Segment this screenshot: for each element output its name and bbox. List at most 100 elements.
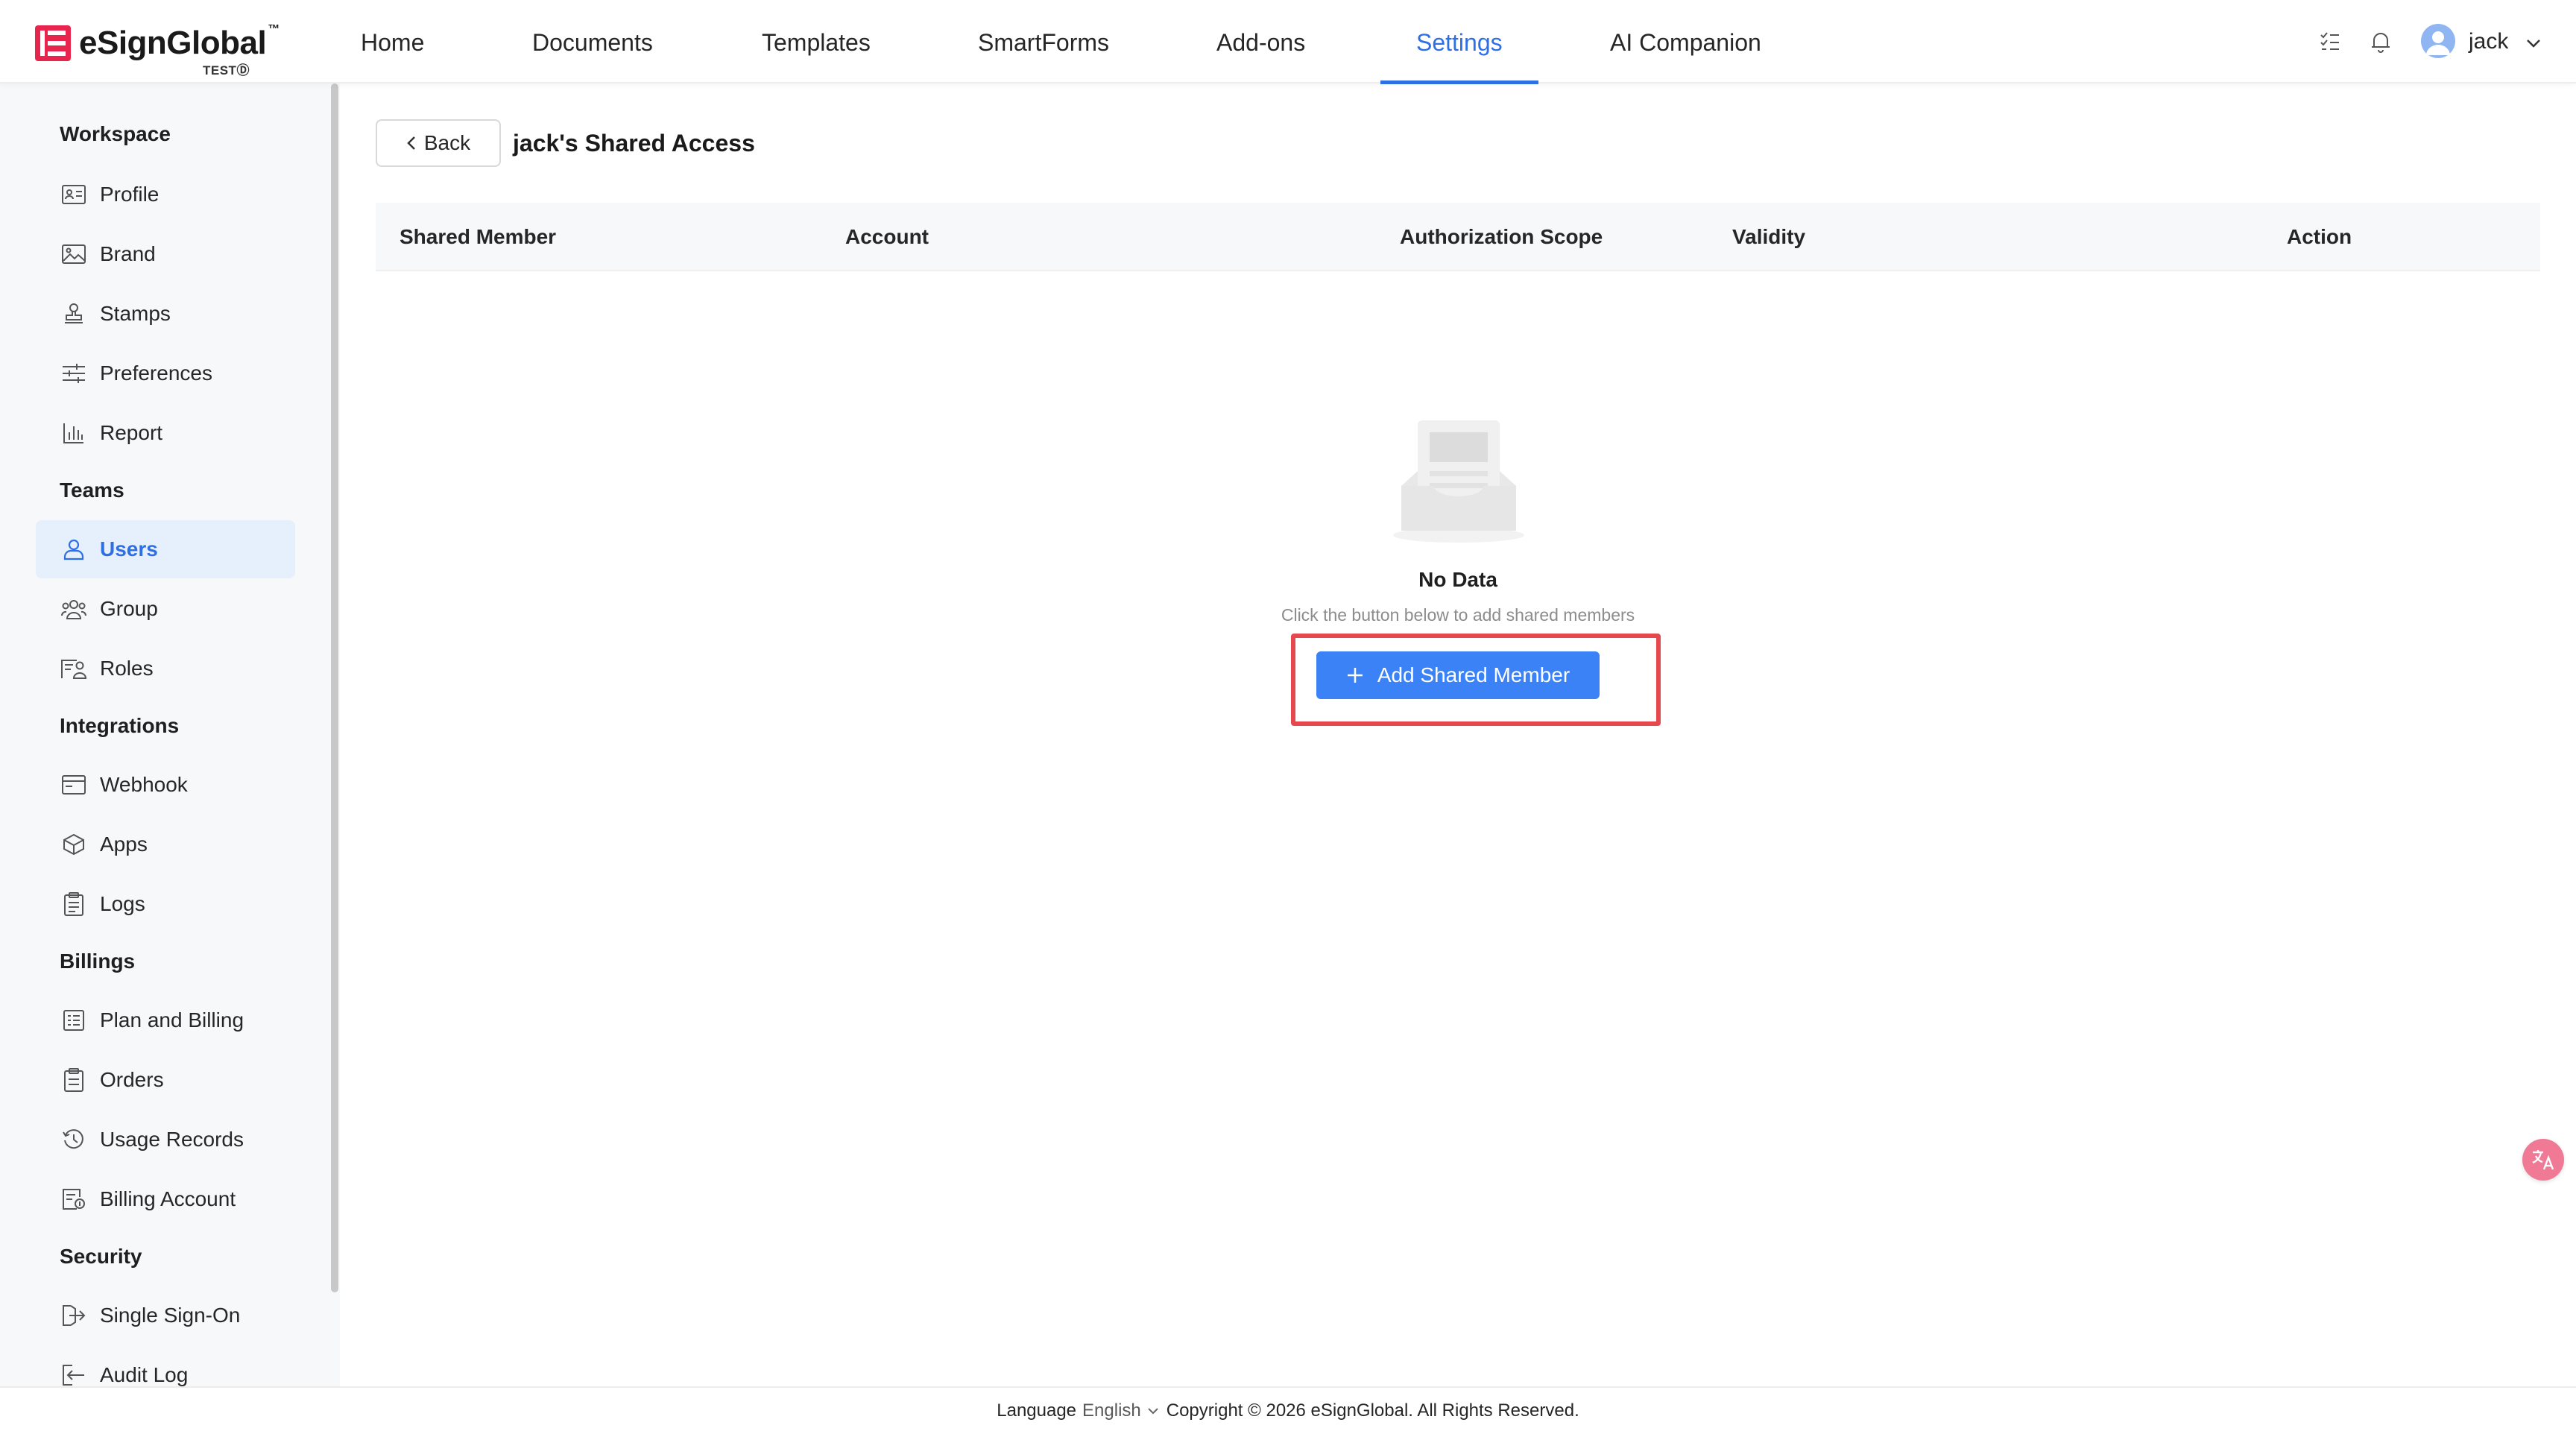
sidebar-item-billing-account[interactable]: Billing Account <box>36 1170 295 1228</box>
chevron-left-icon <box>407 136 415 150</box>
chevron-down-icon[interactable] <box>1147 1407 1159 1415</box>
sidebar-item-label: Roles <box>100 657 154 680</box>
sidebar-item-label: Stamps <box>100 302 171 325</box>
sidebar-item-label: Logs <box>100 892 145 915</box>
sidebar-item-logs[interactable]: Logs <box>36 875 295 933</box>
plus-icon <box>1347 668 1363 683</box>
order-clipboard-icon <box>60 1066 88 1094</box>
nav-addons[interactable]: Add-ons <box>1216 0 1305 83</box>
environment-mark: Ⓓ <box>236 63 250 78</box>
sidebar-item-label: Report <box>100 421 163 444</box>
empty-state-description: Click the button below to add shared mem… <box>1281 605 1635 625</box>
sidebar-item-label: Plan and Billing <box>100 1008 244 1032</box>
language-label: Language <box>997 1400 1077 1421</box>
sidebar-item-profile[interactable]: Profile <box>36 165 295 224</box>
sidebar-item-label: Orders <box>100 1068 164 1091</box>
nav-documents[interactable]: Documents <box>532 0 653 83</box>
empty-state-title: No Data <box>1418 568 1497 591</box>
page-title: jack's Shared Access <box>513 130 755 157</box>
column-header-shared-member: Shared Member <box>400 225 557 248</box>
stamp-icon <box>60 300 88 328</box>
add-shared-member-label: Add Shared Member <box>1377 663 1570 686</box>
sidebar-item-label: Group <box>100 597 158 620</box>
sidebar-item-stamps[interactable]: Stamps <box>36 285 295 343</box>
column-header-account: Account <box>845 225 929 248</box>
sidebar-item-preferences[interactable]: Preferences <box>36 344 295 402</box>
brand-logo[interactable]: eSignGlobal ™ <box>34 21 280 66</box>
section-title-security: Security <box>60 1245 142 1268</box>
sidebar-scrollbar[interactable] <box>331 83 338 1292</box>
notification-bell-icon[interactable] <box>2366 27 2396 57</box>
empty-inbox-icon <box>1393 420 1524 543</box>
role-card-icon <box>60 654 88 683</box>
table-header: Shared Member Account Authorization Scop… <box>376 203 2540 271</box>
settings-sidebar: Workspace Profile Brand Stamps Preferenc… <box>0 83 340 1386</box>
user-icon <box>60 535 88 563</box>
section-title-billings: Billings <box>60 950 136 973</box>
back-button-label: Back <box>423 131 471 154</box>
browser-window-icon <box>60 771 88 799</box>
sidebar-item-label: Preferences <box>100 361 212 385</box>
section-title-integrations: Integrations <box>60 714 180 737</box>
sidebar-item-label: Users <box>100 537 158 560</box>
nav-smartforms[interactable]: SmartForms <box>978 0 1109 83</box>
bar-chart-icon <box>60 419 88 447</box>
nav-templates[interactable]: Templates <box>762 0 871 83</box>
language-selector[interactable]: English <box>1082 1400 1141 1421</box>
nav-active-indicator <box>1380 80 1538 84</box>
chevron-down-icon <box>2526 40 2540 48</box>
sidebar-item-plan-and-billing[interactable]: Plan and Billing <box>36 991 295 1049</box>
app-root: eSignGlobal ™ TESTⒹ Home Documents Templa… <box>0 0 2576 1434</box>
nav-ai-companion[interactable]: AI Companion <box>1610 0 1761 83</box>
cube-icon <box>60 830 88 859</box>
column-header-action: Action <box>2287 225 2352 248</box>
sidebar-item-group[interactable]: Group <box>36 580 295 638</box>
environment-badge: TESTⒹ <box>203 63 250 78</box>
sidebar-item-report[interactable]: Report <box>36 404 295 462</box>
sidebar-item-label: Webhook <box>100 773 188 796</box>
user-menu[interactable]: jack <box>2469 27 2542 57</box>
sidebar-item-usage-records[interactable]: Usage Records <box>36 1111 295 1169</box>
sidebar-item-single-sign-on[interactable]: Single Sign-On <box>36 1286 295 1345</box>
section-title-teams: Teams <box>60 478 124 502</box>
image-icon <box>60 240 88 268</box>
brand-name: eSignGlobal ™ <box>79 23 280 61</box>
copyright-text: Copyright © 2026 eSignGlobal. All Rights… <box>1166 1400 1579 1421</box>
sidebar-item-apps[interactable]: Apps <box>36 815 295 874</box>
add-shared-member-button[interactable]: Add Shared Member <box>1316 651 1600 699</box>
invoice-icon <box>60 1006 88 1035</box>
nav-home[interactable]: Home <box>361 0 424 83</box>
trademark-mark: ™ <box>268 23 280 36</box>
sidebar-item-label: Usage Records <box>100 1128 244 1151</box>
sidebar-item-brand[interactable]: Brand <box>36 225 295 283</box>
back-button[interactable]: Back <box>376 119 501 167</box>
column-header-authorization-scope: Authorization Scope <box>1400 225 1603 248</box>
sign-out-icon <box>60 1361 88 1389</box>
section-title-workspace: Workspace <box>60 122 171 145</box>
top-header: eSignGlobal ™ TESTⒹ Home Documents Templa… <box>0 0 2576 84</box>
history-clock-icon <box>60 1125 88 1154</box>
brand-logo-icon <box>35 25 71 61</box>
translate-assistant-button[interactable] <box>2522 1139 2564 1181</box>
page-footer: Language English Copyright © 2026 eSignG… <box>0 1386 2576 1434</box>
billing-account-icon <box>60 1185 88 1213</box>
sidebar-item-label: Profile <box>100 183 160 206</box>
group-icon <box>60 595 88 623</box>
user-name: jack <box>2469 29 2509 54</box>
task-list-icon[interactable] <box>2315 27 2345 57</box>
sidebar-item-label: Billing Account <box>100 1187 236 1210</box>
sliders-icon <box>60 359 88 388</box>
column-header-validity: Validity <box>1732 225 1806 248</box>
sign-in-icon <box>60 1301 88 1330</box>
sidebar-item-webhook[interactable]: Webhook <box>36 756 295 814</box>
sidebar-item-label: Audit Log <box>100 1363 189 1386</box>
sidebar-item-roles[interactable]: Roles <box>36 639 295 698</box>
user-avatar[interactable] <box>2421 24 2455 58</box>
id-card-icon <box>60 180 88 209</box>
nav-settings[interactable]: Settings <box>1416 0 1503 83</box>
sidebar-item-orders[interactable]: Orders <box>36 1051 295 1109</box>
sidebar-item-label: Apps <box>100 833 148 856</box>
sidebar-item-label: Brand <box>100 242 156 265</box>
clipboard-icon <box>60 890 88 918</box>
sidebar-item-users[interactable]: Users <box>36 520 295 578</box>
